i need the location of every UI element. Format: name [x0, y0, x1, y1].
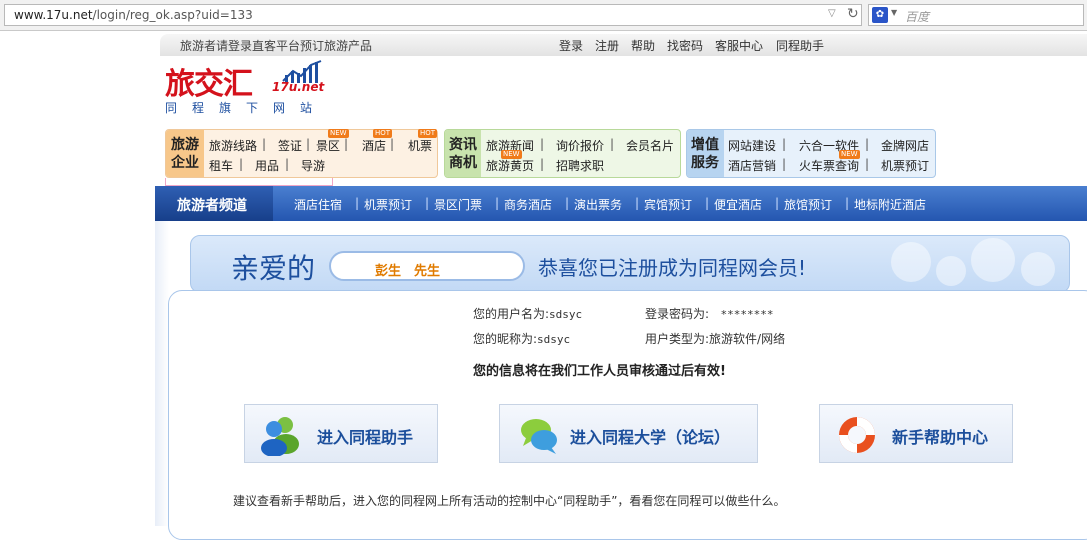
nickname-label: 您的昵称为:: [473, 332, 538, 346]
lifebuoy-icon: [839, 417, 875, 453]
password-value: ********: [720, 308, 774, 321]
assistant-link[interactable]: 同程助手: [776, 37, 824, 54]
link-flights[interactable]: 机票: [408, 137, 432, 154]
chevron-down-icon[interactable]: ▼: [891, 8, 897, 17]
chat-bubbles-icon: [521, 419, 557, 454]
decor-bubble: [936, 256, 966, 286]
search-placeholder: 百度: [905, 10, 930, 24]
usertype-value: 旅游软件/网络: [709, 332, 786, 346]
top-tagline: 旅游者请登录直客平台预订旅游产品: [180, 39, 373, 53]
link-car-rental[interactable]: 租车: [209, 157, 233, 174]
reload-icon[interactable]: ↻: [847, 6, 859, 22]
left-shadow: [155, 221, 169, 526]
category-value-title: 增值服务: [691, 137, 719, 171]
user-name-pill: 彭生 先生: [329, 251, 525, 281]
link-quotes[interactable]: 询价报价: [556, 137, 604, 154]
link-hotel[interactable]: 酒店: [362, 137, 386, 154]
hot-badge: HOT: [418, 129, 438, 138]
category-info-title: 资讯商机: [449, 137, 477, 171]
nav-inn-booking[interactable]: 旅馆预订: [784, 196, 832, 213]
address-bar[interactable]: www.17u.net/login/reg_ok.asp?uid=133 ▽ ↻: [4, 4, 862, 26]
decor-bubble: [971, 238, 1015, 282]
travel-tab-underline: [165, 178, 333, 186]
customer-service-link[interactable]: 客服中心: [715, 37, 763, 54]
top-strip: 旅游者请登录直客平台预订旅游产品 登录 注册 帮助 找密码 客服中心 同程助手: [160, 34, 1087, 56]
help-tip-text: 建议查看新手帮助后，进入您的同程网上所有活动的控制中心“同程助手”，看看您在同程…: [233, 494, 786, 508]
link-flight-booking[interactable]: 机票预订: [881, 157, 929, 174]
nav-landmark-hotel[interactable]: 地标附近酒店: [854, 196, 926, 213]
nav-flight-booking[interactable]: 机票预订: [364, 196, 412, 213]
search-input[interactable]: ✿ ▼ 百度: [868, 4, 1084, 26]
nav-show-tickets[interactable]: 演出票务: [574, 196, 622, 213]
link-hotel-marketing[interactable]: 酒店营销: [728, 157, 776, 174]
category-info: 资讯商机 旅游新闻 | 询价报价 | 会员名片 旅游黄页 NEW | 招聘求职: [444, 129, 681, 178]
nav-business-hotel[interactable]: 商务酒店: [504, 196, 552, 213]
login-link[interactable]: 登录: [559, 37, 583, 54]
review-notice: 您的信息将在我们工作人员审核通过后有效!: [473, 364, 726, 379]
link-visa[interactable]: 签证: [278, 137, 302, 154]
username-label: 您的用户名为:: [473, 307, 550, 321]
decor-bubble: [1021, 252, 1055, 286]
nav-scenic-tickets[interactable]: 景区门票: [434, 196, 482, 213]
link-website-build[interactable]: 网站建设: [728, 137, 776, 154]
help-center-button[interactable]: 新手帮助中心: [819, 404, 1013, 463]
welcome-banner: 亲爱的 彭生 先生 恭喜您已注册成为同程网会员!: [190, 235, 1070, 293]
link-jobs[interactable]: 招聘求职: [556, 157, 604, 174]
url-text[interactable]: www.17u.net/login/reg_ok.asp?uid=133: [14, 8, 253, 22]
category-value: 增值服务 网站建设 | 六合一软件 | 金牌网店 酒店营销 | 火车票查询 NE…: [686, 129, 936, 178]
new-badge: NEW: [839, 150, 860, 159]
nickname-row: 您的昵称为:sdsyc: [473, 330, 570, 347]
password-row: 登录密码为: ********: [645, 305, 773, 322]
enter-assistant-button[interactable]: 进入同程助手: [244, 404, 438, 463]
register-link[interactable]: 注册: [595, 37, 619, 54]
banner-greeting: 亲爱的: [231, 252, 316, 285]
dropdown-icon[interactable]: ▽: [828, 8, 836, 19]
nav-cheap-hotel[interactable]: 便宜酒店: [714, 196, 762, 213]
username-value: sdsyc: [549, 308, 583, 321]
link-member-cards[interactable]: 会员名片: [626, 137, 674, 154]
decor-bubble: [891, 242, 931, 282]
nav-hotel-stay[interactable]: 酒店住宿: [294, 196, 342, 213]
banner-congrats: 恭喜您已注册成为同程网会员!: [538, 256, 807, 280]
link-yellow-pages[interactable]: 旅游黄页: [486, 157, 534, 174]
link-travel-routes[interactable]: 旅游线路: [209, 137, 257, 154]
link-train-tickets[interactable]: 火车票查询: [799, 157, 859, 174]
help-center-label: 新手帮助中心: [892, 428, 989, 447]
find-password-link[interactable]: 找密码: [667, 37, 703, 54]
password-label: 登录密码为:: [645, 307, 710, 321]
usertype-row: 用户类型为:旅游软件/网络: [645, 330, 785, 347]
users-icon: [261, 417, 299, 456]
baidu-paw-icon[interactable]: ✿: [872, 7, 888, 23]
url-host: www.17u.net: [14, 8, 93, 22]
link-scenic[interactable]: 景区: [316, 137, 340, 154]
link-supplies[interactable]: 用品: [255, 157, 279, 174]
browser-toolbar: www.17u.net/login/reg_ok.asp?uid=133 ▽ ↻…: [0, 0, 1087, 31]
logo-domain: 17u.net: [272, 80, 325, 94]
logo-main-text: 旅交汇: [165, 67, 253, 102]
channel-nav-bar: 旅游者频道 酒店住宿 | 机票预订 | 景区门票 | 商务酒店 | 演出票务 |…: [155, 186, 1087, 221]
link-gold-shop[interactable]: 金牌网店: [881, 137, 929, 154]
username-row: 您的用户名为:sdsyc: [473, 305, 582, 322]
link-guides[interactable]: 导游: [301, 157, 325, 174]
help-link[interactable]: 帮助: [631, 37, 655, 54]
category-travel: 旅游企业 旅游线路 | 签证 | 景区 NEW | 酒店 HOT | 机票 HO…: [165, 129, 438, 178]
enter-university-button[interactable]: 进入同程大学（论坛）: [499, 404, 758, 463]
new-badge: NEW: [501, 150, 522, 159]
nav-title-box: 旅游者频道: [155, 186, 273, 221]
user-display-name: 彭生 先生: [375, 264, 441, 279]
enter-assistant-label: 进入同程助手: [317, 428, 414, 447]
logo-tagline: 同程旗下网站: [165, 101, 328, 115]
site-logo[interactable]: 旅交汇 17u.net 同程旗下网站: [163, 59, 333, 117]
enter-university-label: 进入同程大学（论坛）: [570, 428, 731, 447]
usertype-label: 用户类型为:: [645, 332, 710, 346]
url-path: /login/reg_ok.asp?uid=133: [92, 8, 253, 22]
category-travel-title: 旅游企业: [171, 137, 199, 171]
nav-title: 旅游者频道: [177, 198, 247, 214]
nickname-value: sdsyc: [537, 333, 571, 346]
nav-guesthouse[interactable]: 宾馆预订: [644, 196, 692, 213]
